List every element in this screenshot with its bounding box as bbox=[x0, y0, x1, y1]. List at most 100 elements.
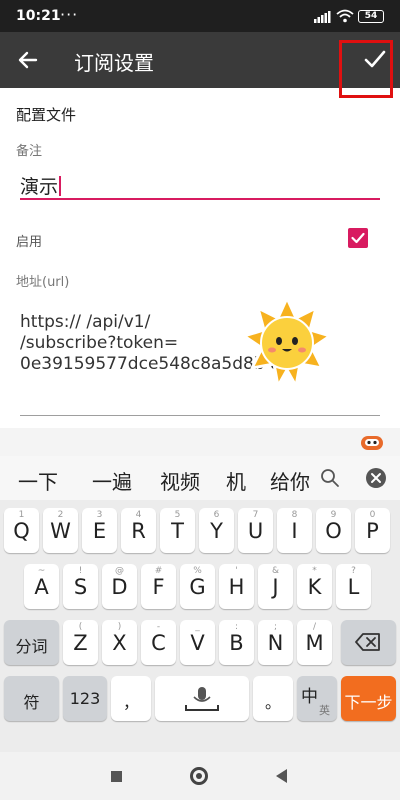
remark-label: 备注 bbox=[16, 144, 43, 159]
key-e[interactable]: 3E bbox=[82, 508, 117, 553]
key-label: Z bbox=[73, 631, 88, 655]
key-label: B bbox=[229, 631, 244, 655]
key-m[interactable]: / M bbox=[297, 620, 332, 665]
key-label: U bbox=[247, 519, 264, 543]
key-label: 123 bbox=[69, 689, 101, 708]
key-label: 下一步 bbox=[344, 693, 393, 712]
key-r[interactable]: 4R bbox=[121, 508, 156, 553]
signal-icon bbox=[314, 11, 331, 23]
key-v[interactable]: _ V bbox=[180, 620, 215, 665]
symbol-key[interactable]: 符 bbox=[4, 676, 59, 721]
search-icon[interactable] bbox=[320, 468, 340, 488]
arrow-left-icon[interactable] bbox=[16, 48, 40, 72]
candidate-4[interactable]: 机 bbox=[226, 466, 246, 495]
enable-label: 启用 bbox=[16, 235, 43, 250]
recents-icon[interactable] bbox=[111, 771, 122, 782]
status-time: 10:21 bbox=[16, 8, 61, 24]
key-f[interactable]: # F bbox=[141, 564, 176, 609]
candidate-3[interactable]: 视频 bbox=[160, 466, 200, 495]
number-key[interactable]: 123 bbox=[63, 676, 107, 721]
backspace-icon bbox=[355, 633, 380, 651]
key-s[interactable]: ! S bbox=[63, 564, 98, 609]
home-icon[interactable] bbox=[190, 767, 208, 785]
key-label: P bbox=[366, 519, 379, 543]
key-q[interactable]: 1Q bbox=[4, 508, 39, 553]
key-label: O bbox=[325, 519, 342, 543]
key-label: 。 bbox=[264, 693, 281, 712]
key-label: ， bbox=[122, 693, 139, 712]
key-label: 中 bbox=[301, 687, 318, 707]
key-label: V bbox=[190, 631, 205, 655]
key-label: T bbox=[171, 519, 184, 543]
key-t[interactable]: 5T bbox=[160, 508, 195, 553]
checkmark-icon bbox=[351, 232, 365, 244]
soft-keyboard: 一下 一遍 视频 机 给你 1Q 2W 3E 4R 5T 6Y 7U 8I 9O… bbox=[0, 428, 400, 800]
key-b[interactable]: :B bbox=[219, 620, 254, 665]
robot-icon[interactable] bbox=[360, 432, 384, 452]
key-y[interactable]: 6Y bbox=[199, 508, 234, 553]
key-label: D bbox=[111, 575, 128, 599]
status-bar: 10:21 ··· 54 bbox=[0, 0, 400, 32]
comma-key[interactable]: ， bbox=[111, 676, 151, 721]
key-label: R bbox=[131, 519, 146, 543]
key-k[interactable]: * K bbox=[297, 564, 332, 609]
key-label: A bbox=[34, 575, 49, 599]
key-c[interactable]: -C bbox=[141, 620, 176, 665]
key-label: C bbox=[151, 631, 166, 655]
remark-underline bbox=[20, 198, 380, 200]
key-label: H bbox=[228, 575, 245, 599]
key-label: I bbox=[291, 519, 298, 543]
remark-value: 演示 bbox=[20, 176, 59, 198]
url-label: 地址(url) bbox=[16, 275, 70, 290]
keyboard-toolbar bbox=[0, 428, 400, 456]
key-o[interactable]: 9O bbox=[316, 508, 351, 553]
key-label: W bbox=[50, 519, 71, 543]
key-h[interactable]: ' H bbox=[219, 564, 254, 609]
section-title: 配置文件 bbox=[16, 106, 77, 124]
back-triangle-icon[interactable] bbox=[276, 769, 287, 783]
highlight-box bbox=[339, 40, 393, 98]
key-u[interactable]: 7U bbox=[238, 508, 273, 553]
key-x[interactable]: ) X bbox=[102, 620, 137, 665]
battery-indicator: 54 bbox=[358, 10, 384, 23]
url-underline bbox=[20, 415, 380, 416]
key-label: 符 bbox=[23, 693, 40, 712]
key-label: N bbox=[267, 631, 284, 655]
backspace-key[interactable] bbox=[341, 620, 396, 665]
key-sub-label: 英 bbox=[319, 704, 330, 717]
sun-sticker-icon bbox=[244, 296, 330, 388]
key-label: Y bbox=[210, 519, 223, 543]
candidate-bar: 一下 一遍 视频 机 给你 bbox=[0, 456, 400, 500]
key-z[interactable]: (Z bbox=[63, 620, 98, 665]
key-g[interactable]: % G bbox=[180, 564, 215, 609]
key-d[interactable]: @ D bbox=[102, 564, 137, 609]
language-switch-key[interactable]: 中 英 bbox=[297, 676, 337, 721]
key-label: S bbox=[73, 575, 88, 599]
key-n[interactable]: ; N bbox=[258, 620, 293, 665]
candidate-1[interactable]: 一下 bbox=[18, 466, 58, 495]
key-label: E bbox=[92, 519, 107, 543]
key-a[interactable]: ~ A bbox=[24, 564, 59, 609]
key-label: F bbox=[152, 575, 165, 599]
key-w[interactable]: 2W bbox=[43, 508, 78, 553]
candidate-5[interactable]: 给你 bbox=[270, 466, 310, 495]
key-label: X bbox=[112, 631, 127, 655]
segment-key[interactable]: 分词 bbox=[4, 620, 59, 665]
key-i[interactable]: 8I bbox=[277, 508, 312, 553]
period-key[interactable]: 。 bbox=[253, 676, 293, 721]
enable-checkbox[interactable] bbox=[348, 228, 368, 248]
key-label: 分词 bbox=[15, 637, 48, 656]
page-title: 订阅设置 bbox=[74, 51, 154, 75]
wifi-icon bbox=[336, 9, 354, 23]
space-key[interactable] bbox=[155, 676, 249, 721]
close-icon[interactable] bbox=[366, 468, 386, 488]
key-j[interactable]: & J bbox=[258, 564, 293, 609]
key-label: K bbox=[307, 575, 322, 599]
key-p[interactable]: 0P bbox=[355, 508, 390, 553]
key-label: J bbox=[272, 575, 279, 599]
next-step-key[interactable]: 下一步 bbox=[341, 676, 396, 721]
key-l[interactable]: ? L bbox=[336, 564, 371, 609]
remark-input[interactable]: 演示 bbox=[20, 172, 62, 199]
key-label: G bbox=[189, 575, 206, 599]
candidate-2[interactable]: 一遍 bbox=[92, 466, 132, 495]
